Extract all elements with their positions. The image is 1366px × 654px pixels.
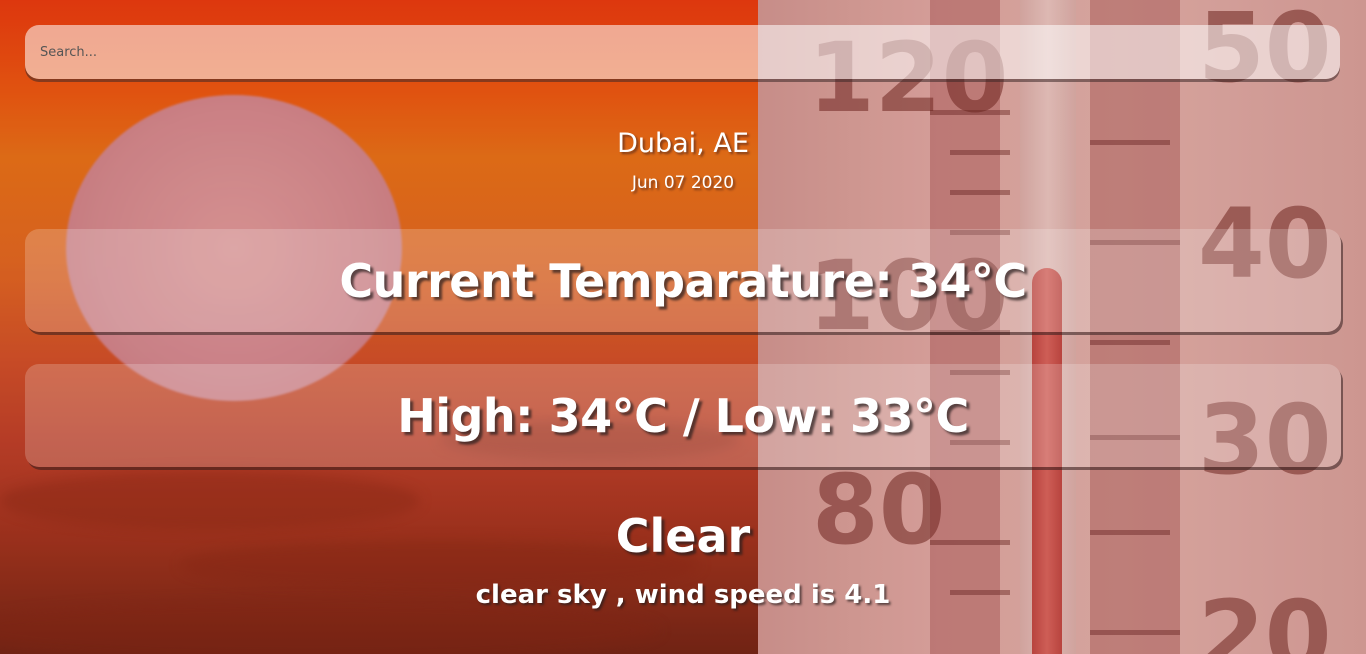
search-bar bbox=[25, 25, 1340, 79]
high-low-card: High: 34°C / Low: 33°C bbox=[25, 364, 1341, 467]
high-low-text: High: 34°C / Low: 33°C bbox=[397, 388, 969, 443]
current-temperature-card: Current Temparature: 34°C bbox=[25, 229, 1341, 332]
weather-condition: Clear bbox=[615, 509, 751, 563]
weather-description: clear sky , wind speed is 4.1 bbox=[475, 580, 891, 610]
search-input[interactable] bbox=[25, 25, 1340, 79]
date-label: Jun 07 2020 bbox=[631, 173, 735, 193]
current-temperature-text: Current Temparature: 34°C bbox=[339, 253, 1027, 308]
location-name: Dubai, AE bbox=[617, 128, 749, 159]
